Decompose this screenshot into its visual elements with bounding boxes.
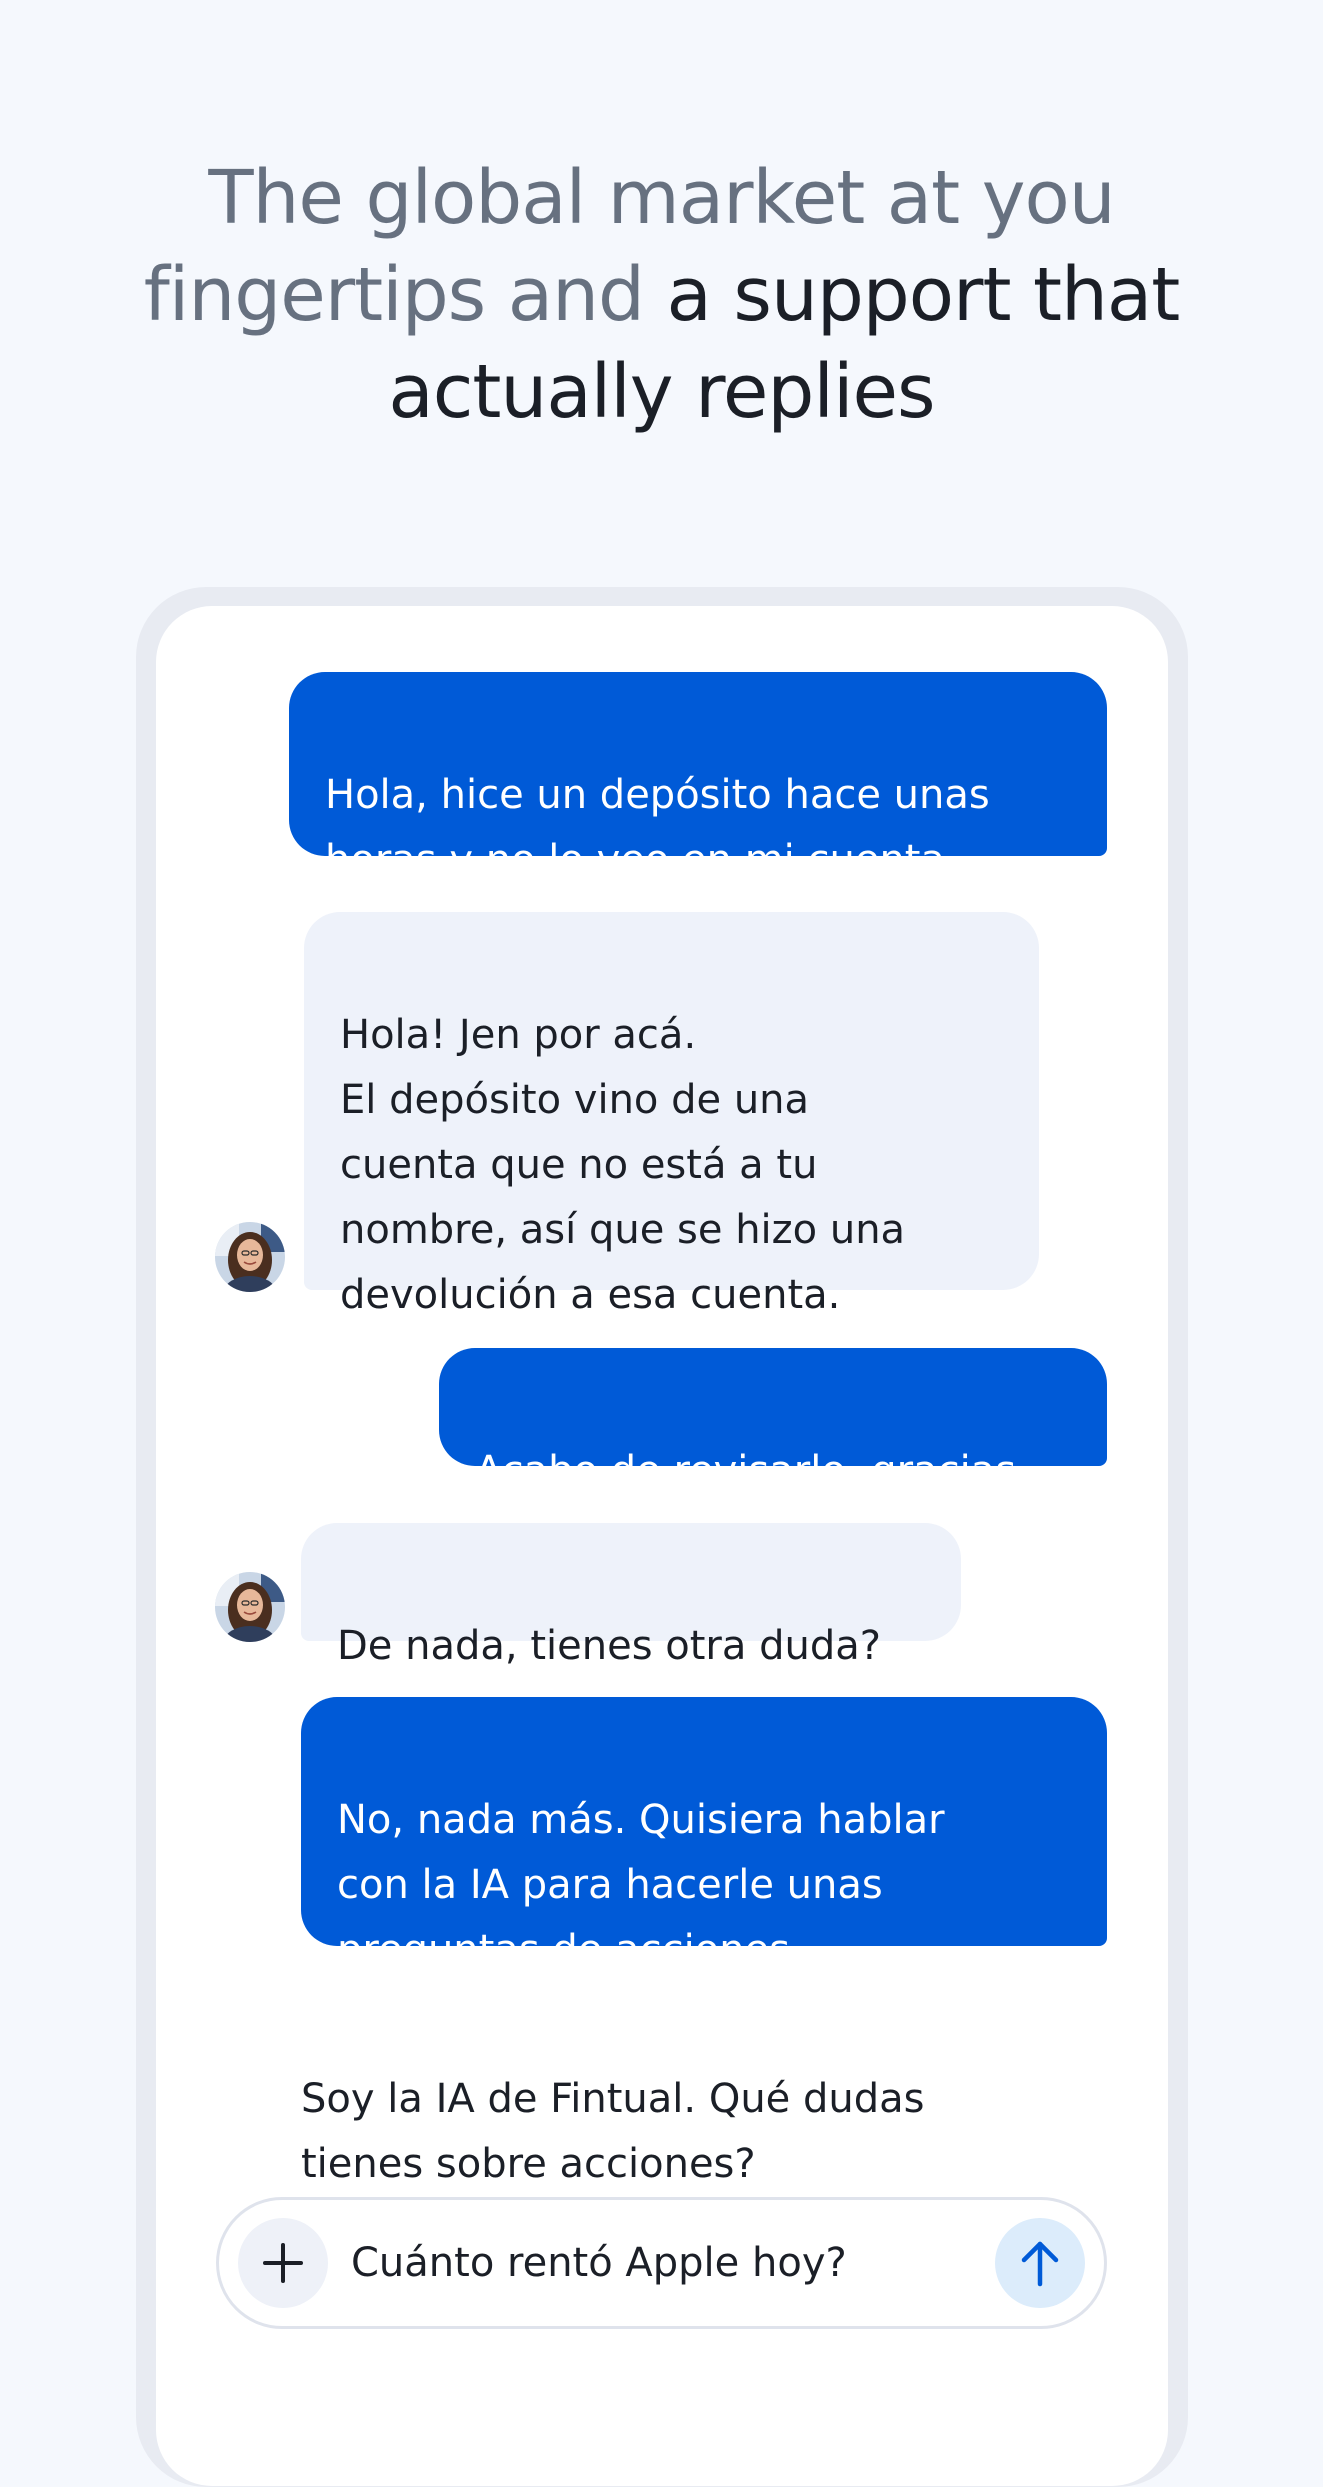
headline-line-1: The global market at you	[0, 150, 1323, 247]
agent-avatar-image	[215, 1572, 285, 1642]
hero-headline: The global market at you fingertips and …	[0, 150, 1323, 441]
agent-message-bubble: Hola! Jen por acá. El depósito vino de u…	[304, 912, 1039, 1318]
ai-message-text: Soy la IA de Fintual. Qué dudas tienes s…	[301, 2002, 1081, 2197]
plus-icon	[263, 2243, 303, 2283]
user-message-bubble: No, nada más. Quisiera hablar con la IA …	[301, 1697, 1107, 1973]
send-button[interactable]	[995, 2218, 1085, 2308]
agent-avatar-image	[215, 1222, 285, 1292]
headline-text-strong-3: actually replies	[388, 349, 935, 435]
chat-input-field[interactable]: Cuánto rentó Apple hoy?	[351, 2228, 847, 2298]
agent-message-text: Hola! Jen por acá. El depósito vino de u…	[340, 1012, 906, 1318]
agent-message-text: De nada, tienes otra duda?	[337, 1623, 881, 1669]
user-message-bubble: Acabo de revisarlo, gracias	[439, 1348, 1107, 1494]
agent-avatar	[215, 1572, 285, 1642]
agent-message-bubble: De nada, tienes otra duda?	[301, 1523, 961, 1669]
headline-text-muted-2: fingertips and	[143, 252, 667, 338]
headline-line-3: actually replies	[0, 344, 1323, 441]
add-attachment-button[interactable]	[238, 2218, 328, 2308]
ai-message-content: Soy la IA de Fintual. Qué dudas tienes s…	[301, 2076, 925, 2187]
arrow-up-icon	[1021, 2241, 1059, 2287]
user-message-text: Acabo de revisarlo, gracias	[475, 1448, 1017, 1494]
user-message-bubble: Hola, hice un depósito hace unas horas y…	[289, 672, 1107, 883]
headline-line-2: fingertips and a support that	[0, 247, 1323, 344]
agent-avatar	[215, 1222, 285, 1292]
headline-text-strong-2: a support that	[666, 252, 1181, 338]
user-message-text: Hola, hice un depósito hace unas horas y…	[325, 772, 990, 883]
headline-text-muted-1: The global market at you	[208, 155, 1115, 241]
